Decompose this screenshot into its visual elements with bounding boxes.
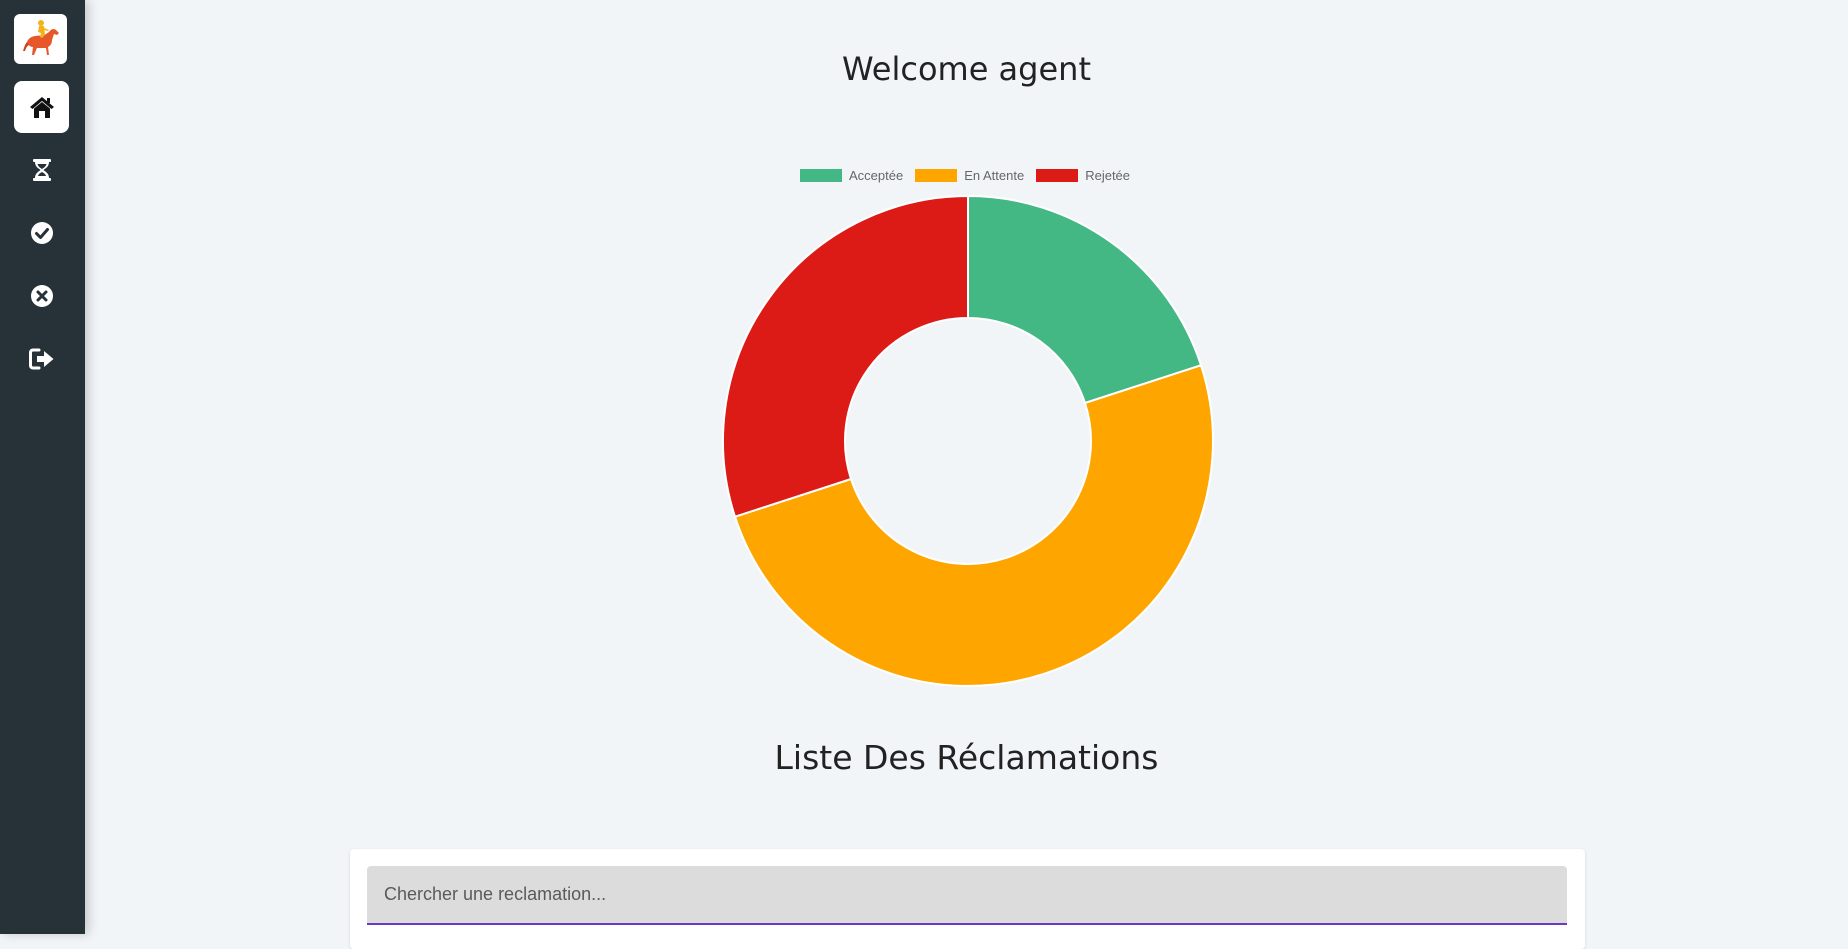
reclamations-card bbox=[350, 849, 1585, 949]
section-title: Liste Des Réclamations bbox=[774, 738, 1159, 777]
check-circle-icon bbox=[30, 222, 53, 244]
x-circle-icon bbox=[30, 285, 53, 307]
doughnut-chart-svg bbox=[722, 194, 1214, 687]
legend-item-en-attente[interactable]: En Attente bbox=[915, 168, 1024, 183]
search-input[interactable] bbox=[367, 866, 1567, 925]
legend-item-rejetee[interactable]: Rejetée bbox=[1036, 168, 1130, 183]
home-icon bbox=[29, 97, 54, 118]
main-content: Welcome agent Acceptée En Attente Rejeté… bbox=[85, 0, 1848, 949]
legend-item-acceptee[interactable]: Acceptée bbox=[800, 168, 903, 183]
legend-swatch bbox=[800, 169, 842, 182]
sidebar-item-rejected[interactable] bbox=[14, 270, 69, 322]
legend-swatch bbox=[915, 169, 958, 182]
sign-out-icon bbox=[28, 348, 53, 370]
legend-swatch bbox=[1036, 169, 1079, 182]
legend-label: Rejetée bbox=[1085, 168, 1131, 183]
sidebar-item-accepted[interactable] bbox=[14, 207, 69, 259]
doughnut-slice-accept-e[interactable] bbox=[967, 194, 1203, 405]
page-title: Welcome agent bbox=[842, 50, 1091, 88]
legend-label: En Attente bbox=[964, 168, 1025, 183]
doughnut-chart bbox=[718, 191, 1218, 691]
horse-rider-logo bbox=[22, 20, 59, 55]
sidebar-item-pending[interactable] bbox=[14, 144, 69, 196]
sidebar-item-logout[interactable] bbox=[14, 333, 69, 385]
legend-label: Acceptée bbox=[849, 168, 904, 183]
chart-legend: Acceptée En Attente Rejetée bbox=[800, 168, 1142, 183]
sidebar-item-home[interactable] bbox=[14, 81, 69, 133]
sidebar bbox=[0, 0, 85, 934]
doughnut-slice-rejet-e[interactable] bbox=[722, 194, 969, 518]
hourglass-icon bbox=[32, 159, 51, 181]
app-logo[interactable] bbox=[14, 14, 67, 64]
